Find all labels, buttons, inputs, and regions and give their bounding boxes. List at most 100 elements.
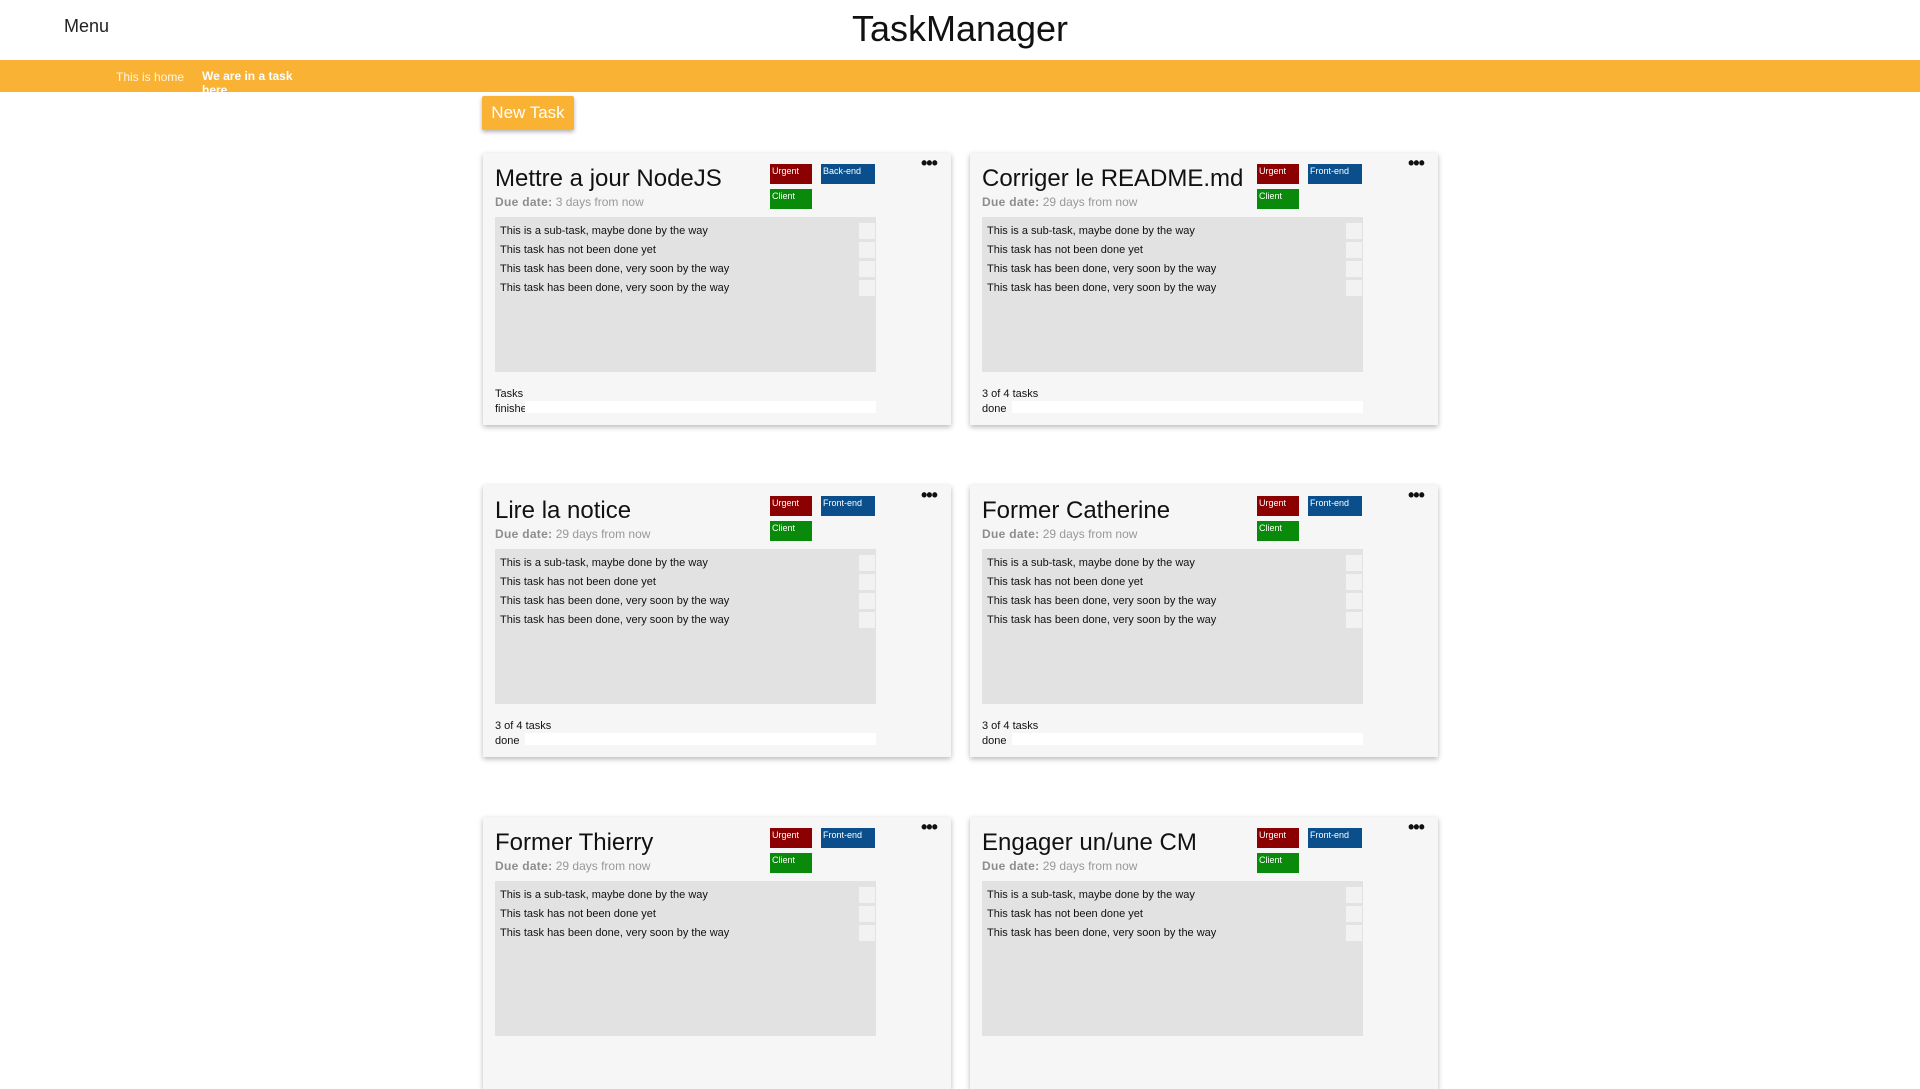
more-options-icon[interactable]: ••• — [1408, 485, 1425, 506]
tag-area: Front-end — [821, 828, 875, 848]
subtask-checkbox[interactable] — [859, 906, 875, 922]
subtask-label: This is a sub-task, maybe done by the wa… — [987, 557, 1195, 569]
subtask-item: This task has been done, very soon by th… — [987, 280, 1363, 299]
subtask-item: This is a sub-task, maybe done by the wa… — [987, 887, 1363, 906]
subtask-checkbox[interactable] — [859, 574, 875, 590]
subtask-item: This is a sub-task, maybe done by the wa… — [987, 223, 1363, 242]
subtask-item: This task has been done, very soon by th… — [500, 925, 876, 944]
subtask-label: This task has been done, very soon by th… — [500, 595, 730, 607]
task-card[interactable]: Corriger le README.md Due date: 29 days f… — [970, 153, 1438, 425]
due-date: Due date: 3 days from now — [495, 195, 644, 209]
due-date: Due date: 29 days from now — [495, 527, 650, 541]
subtask-checkbox[interactable] — [859, 887, 875, 903]
subtask-checkbox[interactable] — [859, 593, 875, 609]
progress-line-1: 3 of 4 tasks — [495, 720, 552, 732]
due-date-value: 29 days from now — [555, 527, 651, 541]
task-card[interactable]: Lire la notice Due date: 29 days from now… — [483, 485, 951, 757]
subtask-list: This is a sub-task, maybe done by the wa… — [495, 881, 876, 1036]
task-card[interactable]: Former Thierry Due date: 29 days from now… — [483, 817, 951, 1089]
more-options-icon[interactable]: ••• — [1408, 153, 1425, 174]
tag-client: Client — [1257, 521, 1299, 541]
more-options-icon[interactable]: ••• — [921, 485, 938, 506]
subtask-checkbox[interactable] — [1346, 280, 1362, 296]
subtask-item: This task has not been done yet — [500, 242, 876, 261]
task-title: Mettre a jour NodeJS — [495, 165, 722, 192]
subtask-list: This is a sub-task, maybe done by the wa… — [982, 881, 1363, 1036]
task-title: Former Thierry — [495, 829, 654, 856]
tag-client: Client — [1257, 853, 1299, 873]
subtask-checkbox[interactable] — [1346, 925, 1362, 941]
subtask-checkbox[interactable] — [859, 261, 875, 277]
due-date-value: 3 days from now — [555, 195, 644, 209]
tag-urgent: Urgent — [1257, 828, 1299, 848]
subtask-label: This task has been done, very soon by th… — [500, 614, 730, 626]
due-date-label: Due date: — [495, 527, 553, 541]
tag-client: Client — [770, 521, 812, 541]
subtask-item: This is a sub-task, maybe done by the wa… — [500, 223, 876, 242]
more-options-icon[interactable]: ••• — [1408, 817, 1425, 838]
subtask-checkbox[interactable] — [1346, 261, 1362, 277]
tag-area: Front-end — [1308, 828, 1362, 848]
subtask-list: This is a sub-task, maybe done by the wa… — [982, 549, 1363, 704]
due-date-label: Due date: — [982, 527, 1040, 541]
app-title: TaskManager — [851, 8, 1069, 49]
subtask-label: This task has been done, very soon by th… — [987, 927, 1217, 939]
progress-line-1: 3 of 4 tasks — [982, 720, 1039, 732]
due-date-label: Due date: — [495, 195, 553, 209]
subtask-item: This task has been done, very soon by th… — [500, 280, 876, 299]
subtask-label: This is a sub-task, maybe done by the wa… — [987, 889, 1195, 901]
tag-area: Front-end — [821, 496, 875, 516]
subtask-checkbox[interactable] — [859, 280, 875, 296]
due-date-label: Due date: — [495, 859, 553, 873]
tag-urgent: Urgent — [770, 164, 812, 184]
subtask-checkbox[interactable] — [1346, 574, 1362, 590]
subtask-label: This task has not been done yet — [987, 244, 1143, 256]
subtask-label: This task has not been done yet — [500, 244, 656, 256]
progress-line-1: Tasks — [495, 388, 524, 400]
task-card[interactable]: Engager un/une CM Due date: 29 days from … — [970, 817, 1438, 1089]
progress-line-1: 3 of 4 tasks — [982, 388, 1039, 400]
tag-area: Back-end — [821, 164, 875, 184]
task-card[interactable]: Mettre a jour NodeJS Due date: 3 days fro… — [483, 153, 951, 425]
task-title: Corriger le README.md — [982, 165, 1244, 192]
due-date-value: 29 days from now — [1042, 859, 1138, 873]
breadcrumb-current: We are in a task here — [202, 69, 293, 92]
due-date-value: 29 days from now — [1042, 195, 1138, 209]
task-title: Former Catherine — [982, 497, 1171, 524]
due-date: Due date: 29 days from now — [982, 195, 1137, 209]
subtask-checkbox[interactable] — [1346, 906, 1362, 922]
subtask-label: This task has been done, very soon by th… — [987, 595, 1217, 607]
new-task-button[interactable]: New Task — [482, 96, 574, 130]
subtask-checkbox[interactable] — [859, 242, 875, 258]
progress-bar — [525, 401, 876, 413]
due-date-label: Due date: — [982, 859, 1040, 873]
task-title: Engager un/une CM — [982, 829, 1197, 856]
more-options-icon[interactable]: ••• — [921, 817, 938, 838]
subtask-list: This is a sub-task, maybe done by the wa… — [495, 217, 876, 372]
subtask-label: This task has not been done yet — [987, 576, 1143, 588]
subtask-checkbox[interactable] — [859, 555, 875, 571]
due-date: Due date: 29 days from now — [495, 859, 650, 873]
subtask-label: This is a sub-task, maybe done by the wa… — [500, 557, 708, 569]
subtask-checkbox[interactable] — [1346, 612, 1362, 628]
due-date: Due date: 29 days from now — [982, 527, 1137, 541]
breadcrumb-home-link[interactable]: This is home — [116, 70, 184, 84]
subtask-checkbox[interactable] — [1346, 593, 1362, 609]
tag-urgent: Urgent — [770, 496, 812, 516]
tag-client: Client — [1257, 189, 1299, 209]
subtask-checkbox[interactable] — [1346, 242, 1362, 258]
subtask-checkbox[interactable] — [1346, 555, 1362, 571]
subtask-item: This task has not been done yet — [500, 906, 876, 925]
subtask-checkbox[interactable] — [859, 223, 875, 239]
subtask-label: This task has been done, very soon by th… — [500, 263, 730, 275]
due-date-value: 29 days from now — [555, 859, 651, 873]
progress-bar — [1012, 401, 1363, 413]
task-card[interactable]: Former Catherine Due date: 29 days from n… — [970, 485, 1438, 757]
subtask-checkbox[interactable] — [859, 925, 875, 941]
subtask-checkbox[interactable] — [1346, 223, 1362, 239]
subtask-item: This is a sub-task, maybe done by the wa… — [500, 555, 876, 574]
subtask-checkbox[interactable] — [859, 612, 875, 628]
tag-urgent: Urgent — [1257, 496, 1299, 516]
more-options-icon[interactable]: ••• — [921, 153, 938, 174]
subtask-checkbox[interactable] — [1346, 887, 1362, 903]
